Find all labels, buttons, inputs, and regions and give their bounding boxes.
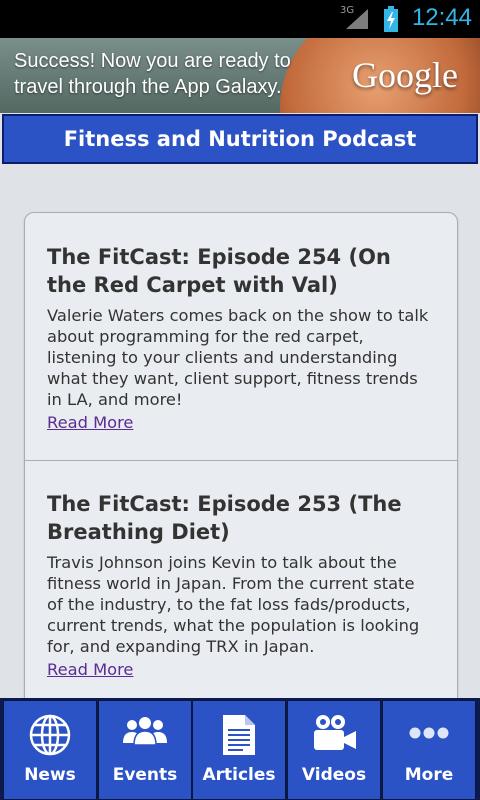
more-dots-icon (383, 713, 475, 755)
list-item[interactable]: The FitCast: Episode 254 (On the Red Car… (25, 243, 457, 433)
tab-label: More (404, 765, 454, 785)
episode-card: The FitCast: Episode 254 (On the Red Car… (24, 212, 458, 698)
episode-title: The FitCast: Episode 254 (On the Red Car… (47, 245, 391, 297)
clock: 12:44 (411, 4, 472, 31)
list-item[interactable]: The FitCast: Episode 253 (The Breathing … (25, 490, 457, 680)
tab-videos[interactable]: Videos (287, 700, 381, 800)
divider (25, 460, 457, 461)
read-more-link[interactable]: Read More (47, 659, 435, 680)
document-icon (193, 713, 285, 755)
episode-description: Valerie Waters comes back on the show to… (47, 306, 429, 409)
episode-title: The FitCast: Episode 253 (The Breathing … (47, 492, 402, 544)
globe-icon (4, 713, 96, 756)
signal-icon: 3G (340, 5, 370, 31)
ad-brand: Google (352, 55, 458, 95)
video-camera-icon (288, 713, 380, 755)
people-icon (99, 713, 191, 755)
tab-events[interactable]: Events (98, 700, 192, 800)
tab-label: News (24, 765, 76, 785)
page-title: Fitness and Nutrition Podcast (2, 114, 478, 164)
episode-description: Travis Johnson joins Kevin to talk about… (47, 553, 420, 656)
ad-text: Success! Now you are ready to travel thr… (14, 50, 291, 98)
read-more-link[interactable]: Read More (47, 412, 435, 433)
status-bar: 3G 12:44 (0, 0, 480, 38)
battery-icon (384, 6, 398, 32)
episode-list[interactable]: The FitCast: Episode 254 (On the Red Car… (0, 166, 480, 698)
tab-more[interactable]: More (382, 700, 476, 800)
tab-news[interactable]: News (3, 700, 97, 800)
network-type: 3G (340, 5, 355, 16)
tab-label: Articles (202, 765, 276, 785)
tab-label: Events (112, 765, 178, 785)
tab-label: Videos (301, 765, 367, 785)
ad-banner[interactable]: Success! Now you are ready to travel thr… (0, 38, 480, 113)
tab-articles[interactable]: Articles (192, 700, 286, 800)
bottom-tab-bar: News Events Articles Videos More (0, 698, 480, 800)
